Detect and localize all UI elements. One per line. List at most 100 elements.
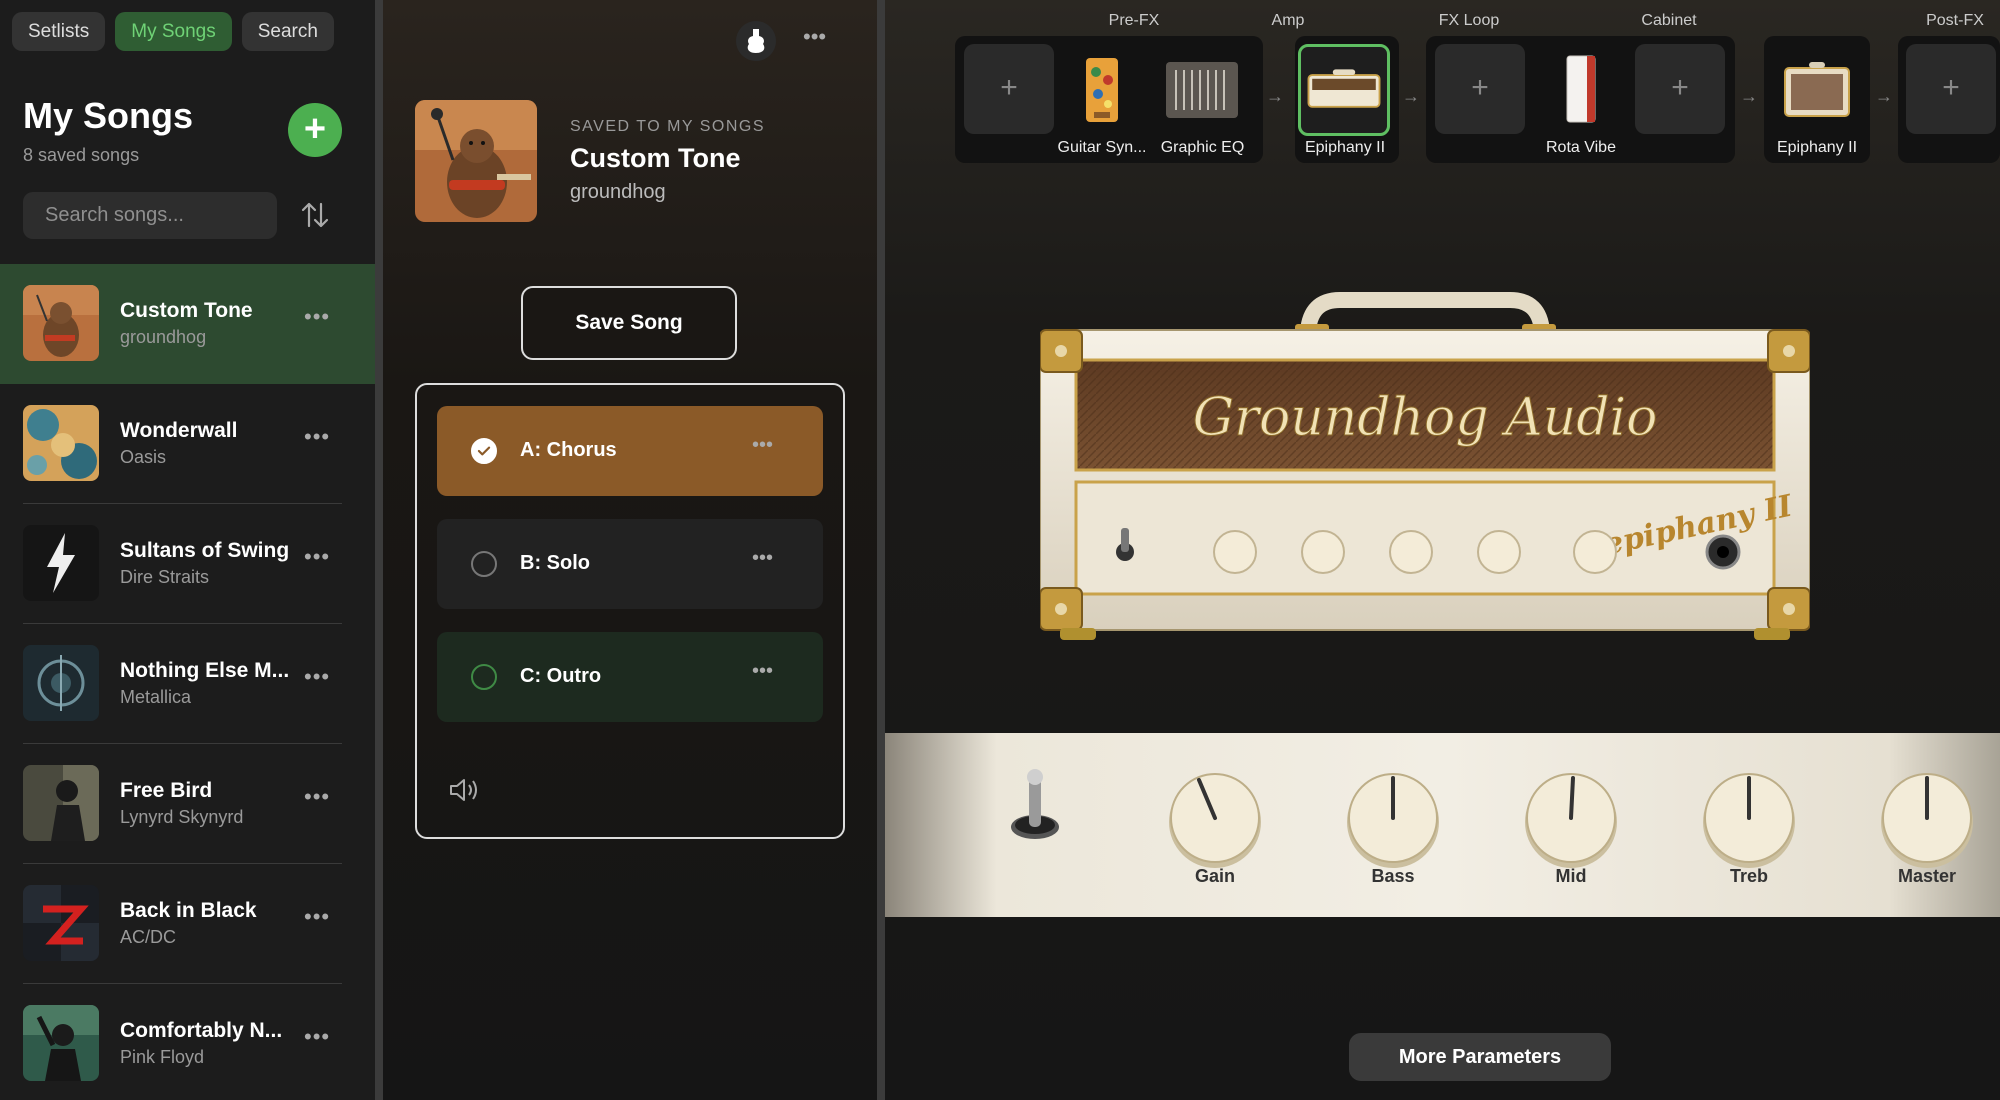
master-label: Master — [1897, 866, 1957, 886]
bass-knob[interactable] — [1343, 768, 1443, 868]
song-more-icon[interactable]: ••• — [304, 784, 330, 810]
part-more-icon[interactable]: ••• — [752, 547, 773, 570]
song-more-icon[interactable]: ••• — [304, 424, 330, 450]
add-fxloop-slot[interactable]: + — [1435, 44, 1525, 134]
song-row[interactable]: Free Bird Lynyrd Skynyrd ••• — [0, 744, 375, 864]
chain-arrow-icon: → — [1875, 86, 1893, 106]
saved-label: SAVED TO MY SONGS — [570, 118, 766, 135]
treble-label: Treb — [1729, 866, 1768, 886]
song-row[interactable]: Sultans of Swing Dire Straits ••• — [0, 504, 375, 624]
mid-label: Mid — [1555, 866, 1587, 886]
chain-arrow-icon: → — [1740, 86, 1758, 106]
add-postfx-slot[interactable]: + — [1906, 44, 1996, 134]
song-parts-list: A: Chorus ••• B: Solo ••• C: Outro ••• — [415, 383, 845, 839]
search-input[interactable]: Search songs... — [23, 192, 277, 239]
page-title: My Songs — [23, 95, 194, 136]
song-count: 8 saved songs — [23, 145, 140, 165]
check-circle-icon[interactable] — [471, 438, 497, 464]
part-label: B: Solo — [520, 552, 590, 574]
chain-arrow-icon: → — [1402, 86, 1420, 106]
radio-circle-icon[interactable] — [471, 551, 497, 577]
song-artist: Dire Straits — [120, 567, 210, 587]
chain-arrow-icon: → — [1266, 86, 1284, 106]
song-detail-panel: ••• SAVED TO MY SONGS Custom Tone ground… — [383, 0, 877, 1100]
toggle-switch[interactable] — [1005, 763, 1065, 853]
song-more-icon[interactable]: ••• — [304, 904, 330, 930]
song-more-icon[interactable]: ••• — [304, 544, 330, 570]
song-more-icon[interactable]: ••• — [304, 304, 330, 330]
slot-caption-rota-vibe: Rota Vibe — [1546, 139, 1616, 156]
song-title: Back in Black — [120, 899, 257, 922]
song-artist: groundhog — [120, 327, 207, 347]
tab-search[interactable]: Search — [241, 12, 334, 51]
guitar-icon[interactable] — [736, 21, 776, 61]
song-more-icon[interactable]: ••• — [304, 664, 330, 690]
add-song-button[interactable]: + — [288, 103, 342, 157]
amp-head-illustration: Groundhog Audio epiphany II — [1040, 292, 1810, 640]
song-artwork-sultans — [23, 525, 99, 601]
amp-head-icon[interactable] — [1298, 44, 1390, 136]
part-item-solo[interactable]: B: Solo ••• — [437, 519, 823, 609]
song-title: Wonderwall — [120, 419, 238, 442]
splitter-right[interactable] — [877, 0, 885, 1100]
song-row[interactable]: Nothing Else M... Metallica ••• — [0, 624, 375, 744]
sort-icon[interactable] — [298, 198, 332, 232]
part-more-icon[interactable]: ••• — [752, 660, 773, 683]
speaker-icon[interactable] — [447, 775, 481, 805]
treble-knob[interactable] — [1699, 768, 1799, 868]
song-artist: Oasis — [120, 447, 167, 467]
song-row[interactable]: Custom Tone groundhog ••• — [0, 264, 375, 384]
song-title: Custom Tone — [120, 299, 253, 322]
song-artist: Pink Floyd — [120, 1047, 205, 1067]
part-label: C: Outro — [520, 665, 602, 687]
song-more-icon[interactable]: ••• — [304, 1024, 330, 1050]
song-row[interactable]: Wonderwall Oasis ••• — [0, 384, 375, 504]
song-artwork-wonderwall — [23, 405, 99, 481]
amp-brand-logo: Groundhog Audio — [1193, 388, 1658, 448]
save-song-button[interactable]: Save Song — [521, 286, 737, 360]
song-title: Custom Tone — [570, 143, 741, 173]
song-artist: groundhog — [570, 181, 666, 203]
song-artist: Lynyrd Skynyrd — [120, 807, 244, 827]
radio-circle-icon[interactable] — [471, 664, 497, 690]
mid-knob[interactable] — [1521, 768, 1621, 868]
song-artist: AC/DC — [120, 927, 177, 947]
more-parameters-button[interactable]: More Parameters — [1349, 1033, 1611, 1081]
song-list: Custom Tone groundhog ••• Wonderwall Oas… — [0, 264, 375, 1100]
song-row[interactable]: Back in Black AC/DC ••• — [0, 864, 375, 984]
part-more-icon[interactable]: ••• — [752, 434, 773, 457]
song-title: Comfortably N... — [120, 1019, 283, 1042]
song-title: Sultans of Swing — [120, 539, 290, 562]
master-knob[interactable] — [1877, 768, 1977, 868]
sidebar: Setlists My Songs Search My Songs 8 save… — [0, 0, 375, 1100]
part-item-chorus[interactable]: A: Chorus ••• — [437, 406, 823, 496]
more-options-icon[interactable]: ••• — [803, 24, 826, 50]
chain-section-amp: Amp — [1271, 12, 1305, 29]
slot-caption-cabinet: Epiphany II — [1776, 139, 1858, 156]
graphic-eq-pedal-icon[interactable] — [1156, 44, 1248, 136]
guitar-synth-pedal-icon[interactable] — [1056, 44, 1148, 136]
slot-caption-guitar-synth: Guitar Syn... — [1057, 139, 1147, 156]
gain-knob[interactable] — [1165, 768, 1265, 868]
song-artwork-back-in-black — [23, 885, 99, 961]
chain-section-cabinet: Cabinet — [1641, 12, 1697, 29]
tab-setlists[interactable]: Setlists — [12, 12, 106, 51]
part-label: A: Chorus — [520, 439, 617, 461]
chain-section-prefx: Pre-FX — [1108, 12, 1160, 29]
part-item-outro[interactable]: C: Outro ••• — [437, 632, 823, 722]
song-artwork-free-bird — [23, 765, 99, 841]
cabinet-icon[interactable] — [1771, 44, 1863, 136]
amp-controls-panel: Gain Bass Mid Treb Master — [885, 733, 2000, 917]
song-artwork-nothing-else — [23, 645, 99, 721]
song-artwork-custom-tone — [23, 285, 99, 361]
rota-vibe-pedal-icon[interactable] — [1535, 44, 1627, 136]
chain-section-postfx: Post-FX — [1926, 12, 1984, 29]
tab-my-songs[interactable]: My Songs — [115, 12, 232, 51]
song-artist: Metallica — [120, 687, 192, 707]
add-fxloop-slot[interactable]: + — [1635, 44, 1725, 134]
add-prefx-slot[interactable]: + — [964, 44, 1054, 134]
song-artwork-comfortably — [23, 1005, 99, 1081]
splitter-left[interactable] — [375, 0, 383, 1100]
song-row[interactable]: Comfortably N... Pink Floyd ••• — [0, 984, 375, 1100]
top-tabs: Setlists My Songs Search — [12, 12, 334, 51]
